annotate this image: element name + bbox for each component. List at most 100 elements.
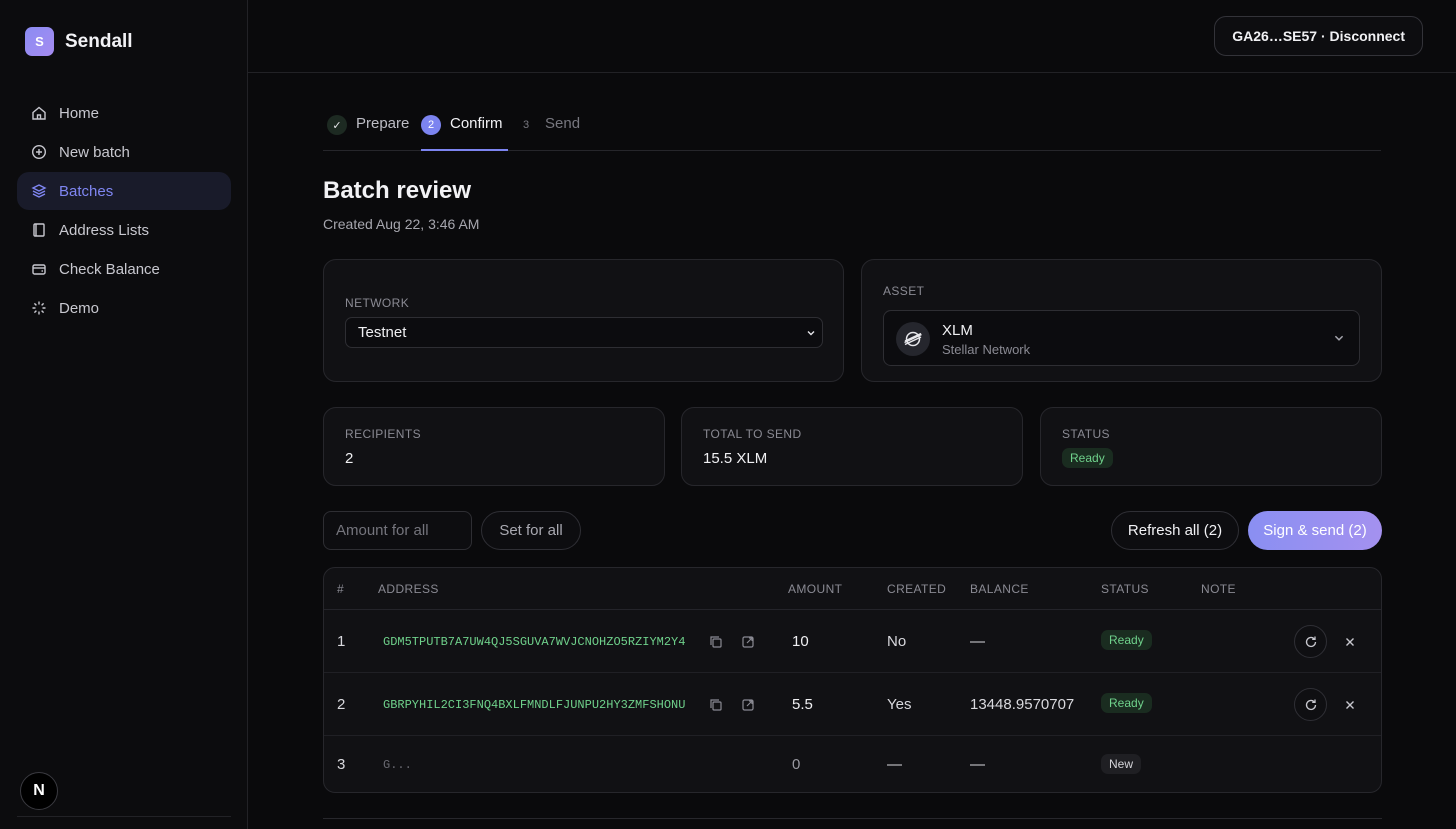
total-label: Total to send xyxy=(703,427,802,441)
stepper: ✓ Prepare 2 Confirm 3 Send xyxy=(323,108,1381,151)
row-num: 3 xyxy=(337,756,346,773)
asset-select[interactable]: XLM Stellar Network xyxy=(883,310,1360,366)
row-address-input[interactable]: G... xyxy=(383,758,693,772)
row-num: 1 xyxy=(337,633,346,650)
brand[interactable]: S Sendall xyxy=(25,27,133,56)
refresh-row-button[interactable] xyxy=(1294,625,1327,658)
th-address: Address xyxy=(378,582,439,596)
sidebar-item-home[interactable]: Home xyxy=(17,94,231,132)
total-card: Total to send 15.5 XLM xyxy=(681,407,1023,486)
network-value: Testnet xyxy=(358,324,407,341)
sidebar-item-label: New batch xyxy=(59,143,130,161)
step-label: Send xyxy=(545,115,581,132)
sidebar-item-label: Demo xyxy=(59,299,100,317)
plus-circle-icon xyxy=(31,144,47,160)
th-note: Note xyxy=(1201,582,1236,596)
step-confirm[interactable]: 2 Confirm xyxy=(421,108,508,151)
step-label: Confirm xyxy=(450,115,503,132)
th-created: Created xyxy=(887,582,947,596)
amount-for-all-input[interactable] xyxy=(323,511,472,550)
wallet-icon xyxy=(32,264,46,275)
divider xyxy=(323,818,1382,819)
sidebar-item-label: Batches xyxy=(59,182,114,200)
row-balance: — xyxy=(970,633,985,650)
row-address[interactable]: GBRPYHIL2CI3FNQ4BXLFMNDLFJUNPU2HY3ZMFSHO… xyxy=(383,698,693,712)
asset-network: Stellar Network xyxy=(942,342,1031,357)
th-num: # xyxy=(337,582,345,596)
asset-label: Asset xyxy=(883,284,925,298)
row-created: Yes xyxy=(887,696,912,713)
step-prepare[interactable]: ✓ Prepare xyxy=(327,108,409,151)
row-amount[interactable]: 5.5 xyxy=(792,696,813,713)
row-address[interactable]: GDM5TPUTB7A7UW4QJ5SGUVA7WVJCNOHZO5RZIYM2… xyxy=(383,635,693,649)
status-badge-wrap: Ready xyxy=(1062,448,1113,468)
refresh-icon xyxy=(1305,636,1316,647)
network-label: Network xyxy=(345,296,410,310)
total-value: 15.5 XLM xyxy=(703,450,768,467)
page-subtitle: Created Aug 22, 3:46 AM xyxy=(323,216,480,232)
table-header: # Address Amount Created Balance Status … xyxy=(324,568,1381,610)
row-balance: 13448.9570707 xyxy=(970,696,1075,713)
set-for-all-button[interactable]: Set for all xyxy=(481,511,581,550)
book-icon xyxy=(33,223,45,237)
refresh-all-button[interactable]: Refresh all (2) xyxy=(1111,511,1239,550)
table-row: 3 G... 0 — — New xyxy=(324,736,1381,792)
asset-code: XLM xyxy=(942,322,973,339)
remove-row-icon[interactable] xyxy=(1343,635,1357,649)
th-status: Status xyxy=(1101,582,1149,596)
step-send[interactable]: 3 Send xyxy=(516,108,580,151)
sidebar-item-label: Home xyxy=(59,104,100,122)
chevron-down-icon xyxy=(807,330,815,335)
check-icon: ✓ xyxy=(327,115,347,135)
table-row: 1 GDM5TPUTB7A7UW4QJ5SGUVA7WVJCNOHZO5RZIY… xyxy=(324,610,1381,673)
stellar-icon xyxy=(896,322,930,356)
sidebar: S Sendall Home New batch Batches Address… xyxy=(0,0,248,829)
avatar[interactable]: N xyxy=(20,772,58,810)
sidebar-item-batches[interactable]: Batches xyxy=(17,172,231,210)
sidebar-item-check-balance[interactable]: Check Balance xyxy=(17,250,231,288)
recipients-value: 2 xyxy=(345,450,354,467)
table-row: 2 GBRPYHIL2CI3FNQ4BXLFMNDLFJUNPU2HY3ZMFS… xyxy=(324,673,1381,736)
status-badge: New xyxy=(1101,754,1142,774)
top-bar: GA26…SE57 · Disconnect xyxy=(248,0,1456,73)
refresh-row-button[interactable] xyxy=(1294,688,1327,721)
row-amount[interactable]: 0 xyxy=(792,756,800,773)
recipients-label: Recipients xyxy=(345,427,422,441)
sidebar-item-address-lists[interactable]: Address Lists xyxy=(17,211,231,249)
brand-logo: S xyxy=(25,27,54,56)
remove-row-icon[interactable] xyxy=(1343,698,1357,712)
row-balance: — xyxy=(970,756,985,773)
network-select[interactable]: Testnet xyxy=(345,317,823,348)
divider xyxy=(17,816,231,817)
step-label: Prepare xyxy=(356,115,410,132)
status-badge: Ready xyxy=(1101,693,1152,713)
external-link-icon[interactable] xyxy=(741,698,755,712)
row-created: — xyxy=(887,756,902,773)
home-icon xyxy=(32,106,46,120)
sidebar-item-new-batch[interactable]: New batch xyxy=(17,133,231,171)
step-number: 2 xyxy=(421,115,441,135)
sidebar-item-demo[interactable]: Demo xyxy=(17,289,231,327)
row-amount[interactable]: 10 xyxy=(792,633,809,650)
sidebar-item-label: Address Lists xyxy=(59,221,150,239)
chevron-down-icon xyxy=(1334,335,1344,341)
wallet-disconnect-button[interactable]: GA26…SE57 · Disconnect xyxy=(1214,16,1423,56)
recipients-table: # Address Amount Created Balance Status … xyxy=(323,567,1382,793)
status-badge: Ready xyxy=(1101,630,1152,650)
page-title: Batch review xyxy=(323,177,472,204)
th-amount: Amount xyxy=(788,582,843,596)
copy-icon[interactable] xyxy=(709,698,723,712)
step-number: 3 xyxy=(522,119,530,131)
copy-icon[interactable] xyxy=(709,635,723,649)
status-badge: Ready xyxy=(1062,448,1113,468)
sign-and-send-button[interactable]: Sign & send (2) xyxy=(1248,511,1382,550)
asset-card: Asset XLM Stellar Network xyxy=(861,259,1382,382)
external-link-icon[interactable] xyxy=(741,635,755,649)
th-balance: Balance xyxy=(970,582,1029,596)
row-created: No xyxy=(887,633,907,650)
sparkle-icon xyxy=(32,301,46,315)
layers-icon xyxy=(31,184,47,198)
network-card: Network Testnet xyxy=(323,259,844,382)
refresh-icon xyxy=(1305,699,1316,710)
brand-name: Sendall xyxy=(65,30,133,52)
